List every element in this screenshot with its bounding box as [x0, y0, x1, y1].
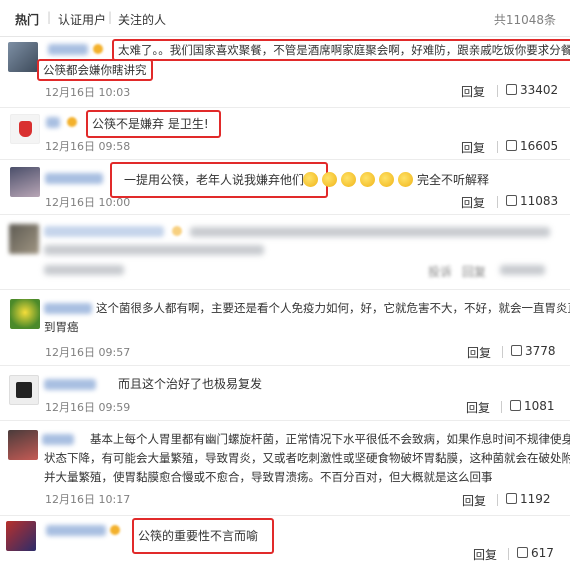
avatar[interactable] [9, 224, 39, 254]
comment-timestamp-blurred [44, 265, 124, 275]
avatar[interactable] [8, 42, 38, 72]
smile-emoji-icon [322, 172, 337, 187]
comment-item: 公筷的重要性不言而喻 回复 617 [0, 515, 570, 577]
comments-header: 热门 | 认证用户 | 关注的人 共11048条 [0, 0, 570, 37]
username-blurred[interactable] [42, 434, 74, 445]
avatar[interactable] [10, 167, 40, 197]
reply-button[interactable]: 回复 [462, 492, 486, 509]
tab-following[interactable]: 关注的人 [118, 11, 166, 28]
smile-emoji-icon [303, 172, 318, 187]
like-count: 11083 [520, 194, 559, 208]
like-button[interactable]: 11083 [489, 194, 558, 208]
comment-timestamp: 12月16日 09:58 [45, 140, 131, 153]
thumbs-up-icon [506, 140, 517, 151]
comment-item: 太难了。。我们国家喜欢聚餐，不管是酒席啊家庭聚会啊，好难防，跟亲戚吃饭你要求分餐… [0, 37, 570, 108]
reply-button[interactable]: 回复 [467, 344, 491, 361]
like-button[interactable]: 3778 [494, 344, 556, 358]
like-button[interactable]: 33402 [489, 83, 558, 97]
avatar[interactable] [6, 521, 36, 551]
vip-badge-icon [172, 226, 182, 236]
thumbs-up-icon [517, 547, 528, 558]
comment-item-blurred: 投诉 回复 [0, 214, 570, 290]
tab-divider: | [108, 10, 113, 24]
tab-hot[interactable]: 热门 [15, 11, 39, 28]
thumbs-up-icon [506, 84, 517, 95]
avatar[interactable] [10, 114, 40, 144]
comment-text: 而且这个治好了也极易复发 [118, 377, 263, 391]
username-blurred[interactable] [46, 117, 60, 128]
tab-verified-users[interactable]: 认证用户 [58, 11, 106, 28]
username-blurred[interactable] [48, 44, 88, 55]
comment-text-continued: 状态下降，有可能会大量繁殖，导致胃炎，又或者吃刺激性或坚硬食物破坏胃黏膜，这种菌… [44, 451, 570, 465]
like-count: 1081 [524, 399, 555, 413]
username-blurred[interactable] [46, 525, 106, 536]
comment-timestamp: 12月16日 09:59 [45, 401, 131, 414]
reply-button[interactable]: 回复 [473, 546, 497, 563]
reply-button[interactable]: 回复 [462, 263, 486, 280]
comment-text-suffix: 完全不听解释 [417, 173, 490, 187]
smile-emoji-icon [341, 172, 356, 187]
thumbs-up-icon [506, 493, 517, 504]
reply-button[interactable]: 回复 [461, 83, 485, 100]
comment-timestamp: 12月16日 09:57 [45, 346, 131, 359]
comment-text: 一提用公筷，老年人说我嫌弃他们呢 [110, 162, 329, 198]
comment-emoji-row: 完全不听解释 [303, 172, 489, 188]
comment-item: 这个菌很多人都有啊，主要还是看个人免疫力如何，好，它就危害不大，不好，就会一直胃… [0, 289, 570, 366]
like-count: 1192 [520, 492, 551, 506]
comment-total-count: 共11048条 [493, 13, 556, 27]
username-blurred[interactable] [44, 226, 164, 237]
smile-emoji-icon [360, 172, 375, 187]
vip-badge-icon [93, 44, 103, 54]
comment-text-continued: 公筷都会嫌你瞎讲究 [37, 59, 153, 81]
thumbs-up-icon [510, 400, 521, 411]
comment-item: 基本上每个人胃里都有幽门螺旋杆菌，正常情况下水平很低不会致病，如果作息时间不规律… [0, 420, 570, 516]
username-blurred[interactable] [44, 303, 92, 314]
reply-button[interactable]: 回复 [466, 399, 490, 416]
comment-timestamp: 12月16日 10:17 [45, 493, 131, 506]
comment-text: 公筷的重要性不言而喻 [132, 518, 275, 554]
comment-timestamp: 12月16日 10:03 [45, 86, 131, 99]
comment-timestamp: 12月16日 10:00 [45, 196, 131, 209]
comment-text-blurred [190, 227, 550, 237]
avatar[interactable] [9, 375, 39, 405]
username-blurred[interactable] [44, 379, 96, 390]
like-count: 617 [531, 546, 554, 560]
reply-button[interactable]: 回复 [461, 194, 485, 211]
vip-badge-icon [110, 525, 120, 535]
like-button[interactable]: 1081 [493, 399, 555, 413]
avatar[interactable] [8, 430, 38, 460]
comment-text-continued: 到胃癌 [44, 320, 79, 334]
like-button[interactable]: 16605 [489, 139, 558, 153]
smile-emoji-icon [379, 172, 394, 187]
comment-text: 基本上每个人胃里都有幽门螺旋杆菌，正常情况下水平很低不会致病，如果作息时间不规律… [90, 432, 570, 446]
like-button[interactable]: 1192 [489, 492, 551, 506]
username-blurred[interactable] [45, 173, 103, 184]
report-button[interactable]: 投诉 [428, 263, 452, 280]
reply-button[interactable]: 回复 [461, 139, 485, 156]
like-count: 3778 [525, 344, 556, 358]
comment-text: 太难了。。我们国家喜欢聚餐，不管是酒席啊家庭聚会啊，好难防，跟亲戚吃饭你要求分餐 [112, 39, 570, 61]
comment-text: 这个菌很多人都有啊，主要还是看个人免疫力如何，好，它就危害不大，不好，就会一直胃… [96, 301, 570, 315]
thumbs-up-icon [511, 345, 522, 356]
comment-item: 公筷不是嫌弃 是卫生! 12月16日 09:58 回复 16605 [0, 107, 570, 160]
comment-text-blurred [44, 245, 264, 255]
avatar[interactable] [10, 299, 40, 329]
smile-emoji-icon [398, 172, 413, 187]
comment-item: 一提用公筷，老年人说我嫌弃他们呢 完全不听解释 12月16日 10:00 回复 … [0, 159, 570, 215]
like-count-blurred [500, 265, 545, 275]
comment-text: 公筷不是嫌弃 是卫生! [86, 110, 221, 138]
like-button[interactable]: 617 [500, 546, 554, 560]
like-count: 33402 [520, 83, 559, 97]
thumbs-up-icon [506, 195, 517, 206]
comment-text-continued: 并大量繁殖，使胃黏膜愈合慢或不愈合，导致胃溃疡。不百分百对，但大概就是这么回事 [44, 470, 493, 484]
like-count: 16605 [520, 139, 559, 153]
vip-badge-icon [67, 117, 77, 127]
tab-divider: | [47, 10, 52, 24]
comment-item: 而且这个治好了也极易复发 12月16日 09:59 回复 1081 [0, 365, 570, 421]
